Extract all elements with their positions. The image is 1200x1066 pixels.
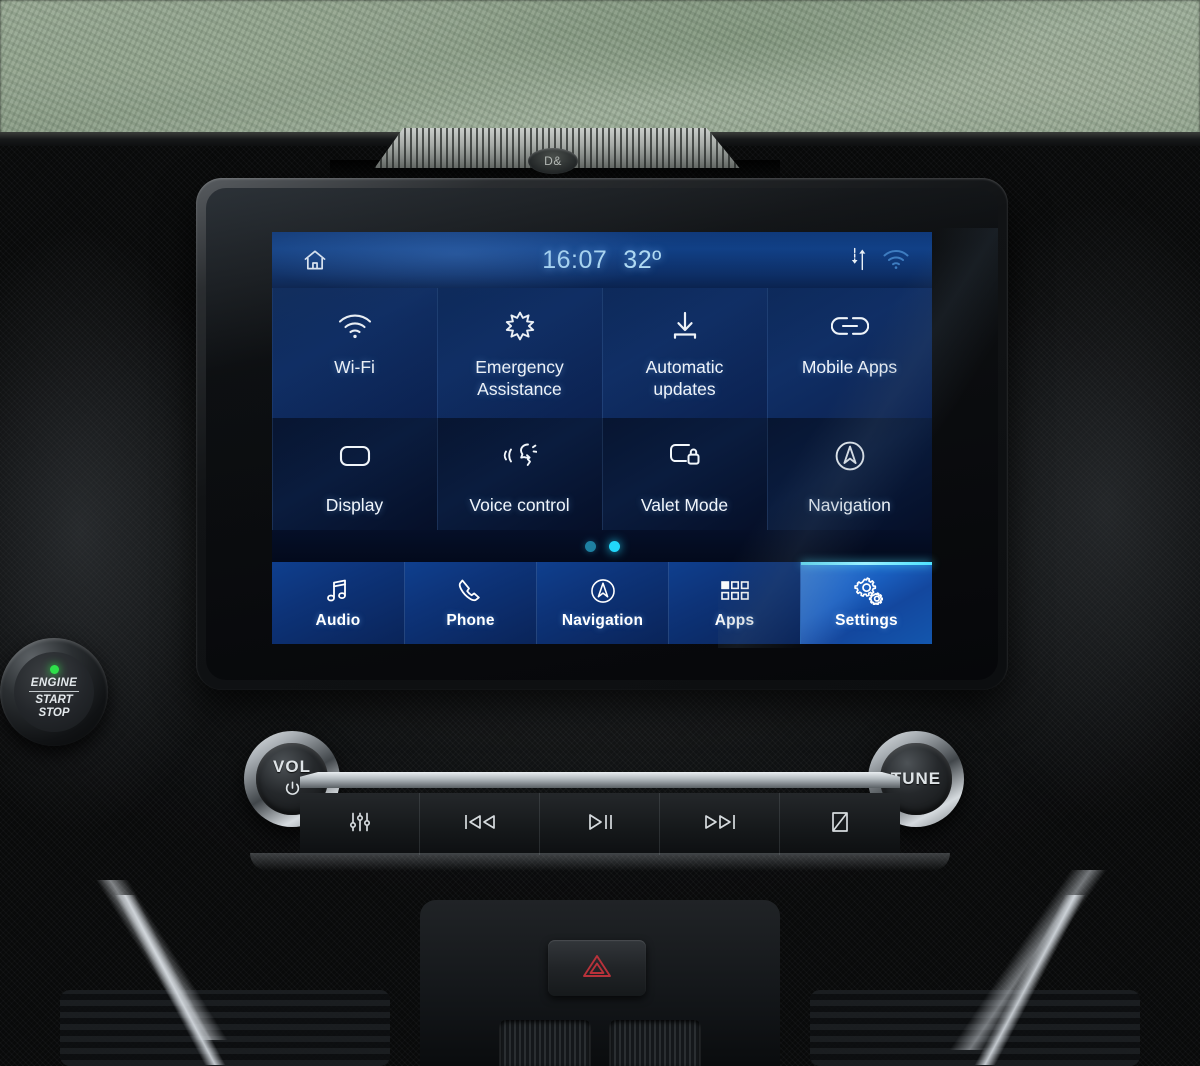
hazard-lights-button[interactable] <box>548 940 646 996</box>
engine-button-face: ENGINE START STOP <box>14 652 94 732</box>
infotainment-screen[interactable]: 16:07 32º Wi-Fi Emergency Assistance Aut… <box>272 232 932 644</box>
tile-label-line2: Assistance <box>477 379 562 400</box>
page-dot-2[interactable] <box>608 540 620 552</box>
engine-start-stop-button[interactable]: ENGINE START STOP <box>0 638 108 746</box>
tile-wifi[interactable]: Wi-Fi <box>272 288 437 418</box>
volume-knob-label: VOL <box>273 756 311 776</box>
music-note-icon <box>326 577 350 605</box>
equalizer-icon <box>348 810 372 839</box>
bottom-nav-bar[interactable]: Audio Phone Navigation Apps Settings <box>272 562 932 644</box>
compass-arrow-icon <box>833 436 867 476</box>
nav-item-navigation[interactable]: Navigation <box>536 562 668 644</box>
sunlight-sensor: D& <box>528 148 578 174</box>
nav-label: Phone <box>446 611 495 629</box>
settings-tile-grid[interactable]: Wi-Fi Emergency Assistance Automatic upd… <box>272 288 932 530</box>
phone-handset-icon <box>458 577 484 605</box>
media-button-row[interactable] <box>300 793 900 855</box>
next-icon <box>703 812 737 837</box>
chrome-accent-strip <box>300 772 900 788</box>
voice-head-icon <box>503 436 537 476</box>
tile-navigation[interactable]: Navigation <box>767 418 932 530</box>
status-bar: 16:07 32º <box>272 232 932 288</box>
previous-icon <box>463 812 497 837</box>
play-pause-button[interactable] <box>540 793 660 855</box>
tile-label: Automatic updates <box>646 356 724 401</box>
power-icon <box>284 780 301 802</box>
console-vents <box>440 1020 760 1066</box>
nav-label: Settings <box>835 611 898 629</box>
app-grid-icon <box>720 577 750 605</box>
status-clock-temp: 16:07 32º <box>272 246 932 275</box>
next-track-button[interactable] <box>660 793 780 855</box>
console-vent-right <box>609 1020 701 1066</box>
nav-item-audio[interactable]: Audio <box>272 562 404 644</box>
screen-icon <box>338 436 372 476</box>
screen-lock-icon <box>668 436 702 476</box>
dashboard-sheen-right <box>890 870 1170 1050</box>
tile-label-line1: Automatic <box>645 357 724 377</box>
tile-label: Valet Mode <box>640 495 729 515</box>
status-indicators <box>849 246 910 277</box>
download-icon <box>670 306 700 346</box>
dashboard-sheen-left <box>30 880 290 1040</box>
engine-label-divider <box>29 691 79 693</box>
nav-label: Audio <box>315 611 361 629</box>
car-interior-scene: D& 16:07 32º Wi-Fi Emergency Assistance … <box>0 0 1200 1066</box>
tile-label: Mobile Apps <box>801 357 898 377</box>
link-icon <box>830 306 869 346</box>
tile-label: Voice control <box>469 495 570 515</box>
nav-label: Navigation <box>561 611 644 629</box>
windshield-landscape-blur <box>0 0 1200 140</box>
play-pause-icon <box>586 812 614 837</box>
previous-track-button[interactable] <box>420 793 540 855</box>
status-time: 16:07 <box>542 245 608 274</box>
nav-item-settings[interactable]: Settings <box>800 562 932 644</box>
engine-label-line2: START <box>35 694 73 707</box>
hazard-triangle-icon <box>582 953 612 984</box>
tile-emergency-assistance[interactable]: Emergency Assistance <box>437 288 602 418</box>
nav-item-apps[interactable]: Apps <box>668 562 800 644</box>
panel-underline <box>250 853 950 871</box>
tile-label: Wi-Fi <box>334 357 375 377</box>
gears-icon <box>851 576 883 605</box>
sensor-badge-label: D& <box>544 154 562 168</box>
console-vent-left <box>499 1020 591 1066</box>
medical-star-icon <box>504 306 536 346</box>
tile-label: Display <box>325 495 384 515</box>
data-transfer-icon <box>849 246 868 277</box>
nav-item-phone[interactable]: Phone <box>404 562 536 644</box>
tile-display[interactable]: Display <box>272 418 437 530</box>
status-temperature: 32º <box>623 245 662 274</box>
tile-label: Emergency Assistance <box>475 356 564 401</box>
eject-slash-icon <box>829 810 851 839</box>
engine-status-led <box>49 665 59 675</box>
tile-label-line2: updates <box>653 379 716 400</box>
page-dot-1[interactable] <box>584 540 596 552</box>
wifi-icon <box>337 306 373 346</box>
tile-mobile-apps[interactable]: Mobile Apps <box>767 288 932 418</box>
tile-label: Navigation <box>808 495 891 515</box>
tile-valet-mode[interactable]: Valet Mode <box>602 418 767 530</box>
nav-label: Apps <box>714 611 755 629</box>
tile-label-line1: Emergency <box>475 357 564 377</box>
sound-settings-button[interactable] <box>300 793 420 855</box>
tile-automatic-updates[interactable]: Automatic updates <box>602 288 767 418</box>
compass-arrow-icon <box>589 577 617 605</box>
tile-voice-control[interactable]: Voice control <box>437 418 602 530</box>
wifi-icon <box>882 248 910 275</box>
engine-label-line1: ENGINE <box>30 677 78 690</box>
eject-button[interactable] <box>780 793 900 855</box>
engine-label-line3: STOP <box>38 706 70 719</box>
page-indicator[interactable] <box>272 530 932 562</box>
